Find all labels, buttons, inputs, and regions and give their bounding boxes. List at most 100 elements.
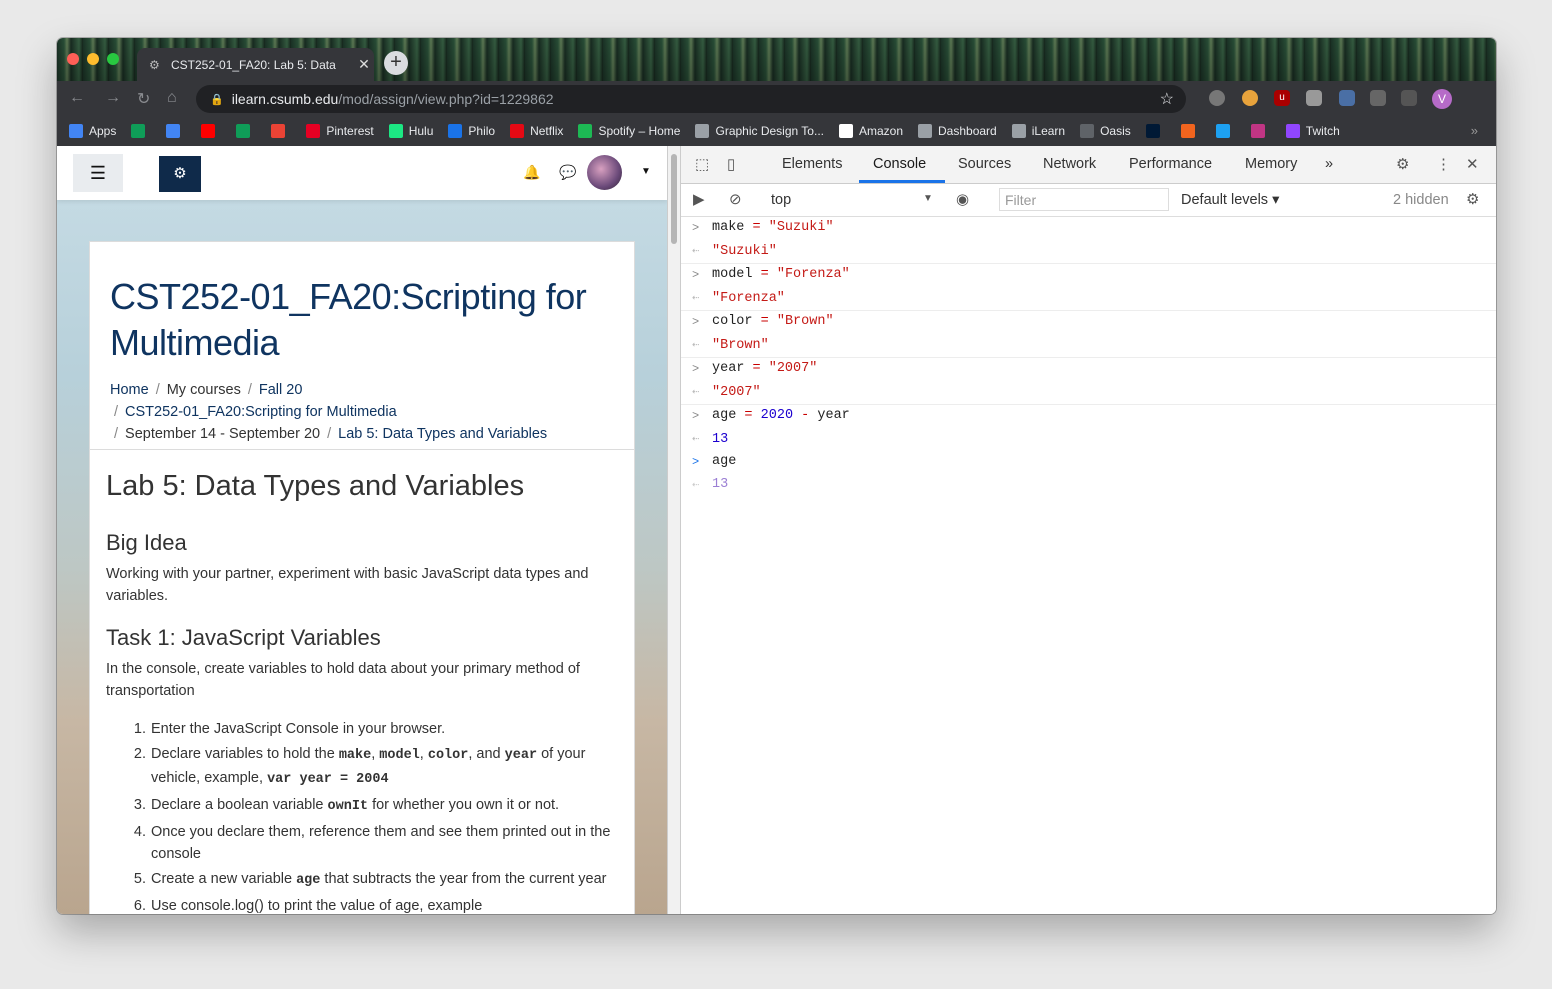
device-toolbar-icon[interactable]: ▯ [727,155,735,173]
filter-input[interactable]: Filter [999,188,1169,211]
bookmark-item[interactable] [1250,124,1271,138]
bookmark-item[interactable]: Spotify – Home [578,124,680,138]
bookmark-item[interactable] [1145,124,1166,138]
kebab-menu-icon[interactable]: ⋮ [1436,155,1451,173]
extension-icon[interactable] [1209,90,1225,106]
bell-icon[interactable]: 🔔 [523,164,540,181]
scrollbar-thumb[interactable] [671,154,677,244]
breadcrumb-assignment[interactable]: Lab 5: Data Types and Variables [338,426,547,442]
bookmark-item[interactable]: Twitch [1285,124,1340,138]
eye-icon[interactable]: ◉ [956,190,969,208]
back-icon[interactable]: ← [69,89,85,107]
gmail-icon [271,124,286,138]
page-scrollbar[interactable] [667,146,681,914]
inspect-element-icon[interactable]: ⬚ [695,155,709,173]
reload-icon[interactable]: ↻ [137,89,150,109]
bookmark-item[interactable]: Dashboard [918,124,997,138]
spotify-icon [578,124,593,138]
moodle-icon [918,124,933,138]
tab-performance[interactable]: Performance [1129,156,1212,172]
log-levels-dropdown[interactable]: Default levels ▾ [1181,192,1279,208]
devtools-panel: ⬚ ▯ Elements Console Sources Network Per… [681,146,1496,914]
bookmark-item[interactable] [271,124,291,138]
window-controls [67,53,119,65]
extension-icon[interactable] [1339,90,1355,106]
drive-icon [131,124,146,138]
minimize-window-button[interactable] [87,53,99,65]
site-logo[interactable]: ⚙ [159,156,201,192]
zoom-window-button[interactable] [107,53,119,65]
moodle-icon [1011,124,1026,138]
address-bar[interactable]: 🔒 ilearn.csumb.edu/mod/assign/view.php?i… [196,85,1186,113]
input-chevron-icon: > [692,409,700,423]
extension-icon[interactable] [1242,90,1258,106]
input-chevron-icon: > [692,362,700,376]
console-settings-gear-icon[interactable]: ⚙ [1466,190,1479,208]
ublock-icon[interactable]: u [1274,90,1290,106]
user-avatar[interactable] [587,155,622,190]
bookmark-star-icon[interactable]: ☆ [1160,89,1174,109]
profile-avatar[interactable]: V [1432,89,1452,109]
context-selector[interactable]: top [771,192,791,208]
bookmark-item[interactable]: Amazon [838,124,903,138]
puzzle-icon[interactable] [1370,90,1386,106]
breadcrumb-course[interactable]: CST252-01_FA20:Scripting for Multimedia [125,404,397,420]
tab-memory[interactable]: Memory [1245,156,1297,172]
bookmark-item[interactable] [166,124,186,138]
bookmark-item[interactable] [1180,124,1201,138]
forward-icon[interactable]: → [105,89,121,107]
close-icon[interactable]: ✕ [1466,155,1479,173]
bookmark-label: Netflix [530,124,564,138]
message-icon[interactable]: 💬 [559,164,576,181]
home-icon[interactable]: ⌂ [167,89,177,107]
steps-list: 1. Enter the JavaScript Console in your b… [106,718,626,914]
bookmark-label: Oasis [1100,124,1131,138]
url-host: ilearn.csumb.edu [231,91,339,107]
bookmark-item[interactable]: Graphic Design To... [695,124,824,138]
bookmark-item[interactable]: Pinterest [306,124,374,138]
bookmark-item[interactable] [1215,124,1236,138]
close-tab-icon[interactable]: ✕ [354,56,374,73]
etsy-icon [1180,124,1195,138]
bookmark-item[interactable] [201,124,221,138]
clear-console-icon[interactable]: ⊘ [729,190,742,208]
hulu-icon [388,124,403,138]
tab-console[interactable]: Console [873,156,926,172]
oasis-icon [1080,124,1095,138]
chevron-down-icon[interactable]: ▼ [923,193,933,204]
breadcrumb-week: September 14 - September 20 [125,426,321,442]
breadcrumb: Home / My courses / Fall 20 /CST252-01_FA20:… [110,382,548,442]
bookmark-item[interactable]: Philo [448,124,495,138]
more-tabs-icon[interactable]: » [1325,156,1333,172]
browser-tab[interactable]: ⚙ CST252-01_FA20: Lab 5: Data ✕ [137,48,374,81]
bookmark-item[interactable]: iLearn [1011,124,1065,138]
bookmark-item[interactable]: Apps [69,124,116,138]
bookmark-item[interactable]: Hulu [388,124,433,138]
netflix-icon [510,124,525,138]
extension-icon[interactable] [1306,90,1322,106]
tab-sources[interactable]: Sources [958,156,1011,172]
close-window-button[interactable] [67,53,79,65]
philo-icon [448,124,463,138]
breadcrumb-term[interactable]: Fall 20 [259,382,303,398]
console-log: > make = "Suzuki" ⇠ "Suzuki" > model = "For… [681,217,1496,497]
media-icon[interactable] [1401,90,1417,106]
tab-elements[interactable]: Elements [782,156,842,172]
tab-network[interactable]: Network [1043,156,1096,172]
breadcrumb-home[interactable]: Home [110,382,149,398]
bookmark-item[interactable] [131,124,151,138]
devtools-tabbar: ⬚ ▯ Elements Console Sources Network Per… [681,146,1496,184]
bookmark-item[interactable] [236,124,256,138]
new-tab-button[interactable]: + [384,51,408,75]
bookmark-item[interactable]: Netflix [510,124,563,138]
console-prompt[interactable]: > age [681,451,1496,474]
chevron-down-icon[interactable]: ▼ [641,166,651,177]
bookmark-item[interactable]: Oasis [1080,124,1131,138]
bookmark-label: Apps [89,124,117,138]
gear-icon[interactable]: ⚙ [1396,155,1409,173]
console-result: ⇠ "Forenza" [681,287,1496,311]
bookmarks-overflow-icon[interactable]: » [1471,123,1478,138]
menu-icon[interactable]: ☰ [73,154,123,192]
sidebar-toggle-icon[interactable]: ▶ [693,190,705,208]
tab-strip: ⚙ CST252-01_FA20: Lab 5: Data ✕ + [57,38,1496,81]
